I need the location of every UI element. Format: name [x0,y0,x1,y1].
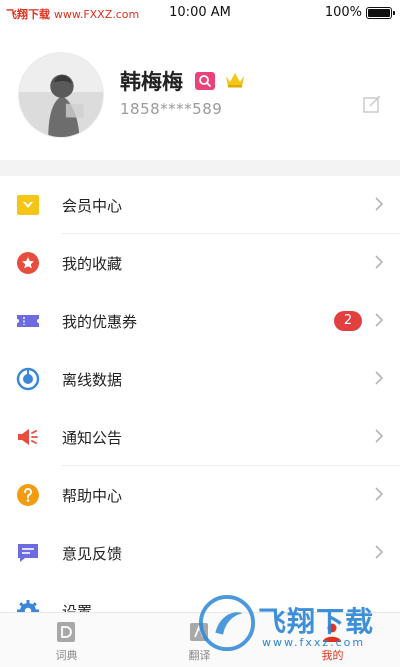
coupon-count-badge: 2 [334,311,362,331]
menu-item-help-center[interactable]: 帮助中心 [0,466,400,524]
menu-item-label: 离线数据 [62,371,123,389]
section-divider [0,160,400,176]
watermark-url: www.fxxz.com [262,636,366,649]
megaphone-icon [16,425,40,449]
menu-item-favorites[interactable]: 我的收藏 [0,234,400,292]
menu-item-coupons[interactable]: 我的优惠券 2 [0,292,400,350]
download-icon [16,367,40,391]
dictionary-icon [55,621,77,643]
watermark-text: 飞翔下载 [258,605,375,638]
help-icon [16,483,40,507]
watermark-logo: 飞翔下载 www.fxxz.com [196,590,396,656]
edit-profile-icon[interactable] [362,94,382,114]
username: 韩梅梅 [120,70,183,94]
feedback-icon [16,541,40,565]
chevron-right-icon [374,486,384,502]
battery-icon [366,7,395,19]
chevron-right-icon [374,254,384,270]
menu-item-label: 帮助中心 [62,487,123,505]
avatar-photo [19,53,103,137]
battery-percentage: 100% [324,5,362,20]
menu-item-label: 通知公告 [62,429,123,447]
profile-header[interactable]: 韩梅梅 1858****589 [0,26,400,160]
avatar[interactable] [18,52,104,138]
vip-icon [16,193,40,217]
status-bar: 飞翔下载 www.FXXZ.com 10:00 AM 100% [0,0,400,26]
tab-label: 词典 [55,649,78,662]
chevron-right-icon [374,428,384,444]
star-icon [16,251,40,275]
watermark-emblem-icon [198,594,256,652]
menu-item-label: 会员中心 [62,197,123,215]
menu-item-label: 我的优惠券 [62,313,138,331]
phone-number: 1858****589 [120,100,223,118]
menu-item-notices[interactable]: 通知公告 [0,408,400,466]
menu-list: 会员中心 我的收藏 我的优惠券 2 离线数据 通知公告 帮助中心 意见反馈 [0,176,400,640]
crown-icon [224,70,246,90]
menu-item-label: 我的收藏 [62,255,123,273]
coupon-icon [16,309,40,333]
menu-item-vip-center[interactable]: 会员中心 [0,176,400,234]
menu-item-offline-data[interactable]: 离线数据 [0,350,400,408]
menu-item-feedback[interactable]: 意见反馈 [0,524,400,582]
chevron-right-icon [374,196,384,212]
search-badge-icon [195,72,215,90]
chevron-right-icon [374,370,384,386]
tab-dictionary[interactable]: 词典 [0,613,133,667]
chevron-right-icon [374,544,384,560]
chevron-right-icon [374,312,384,328]
menu-item-label: 意见反馈 [62,545,123,563]
